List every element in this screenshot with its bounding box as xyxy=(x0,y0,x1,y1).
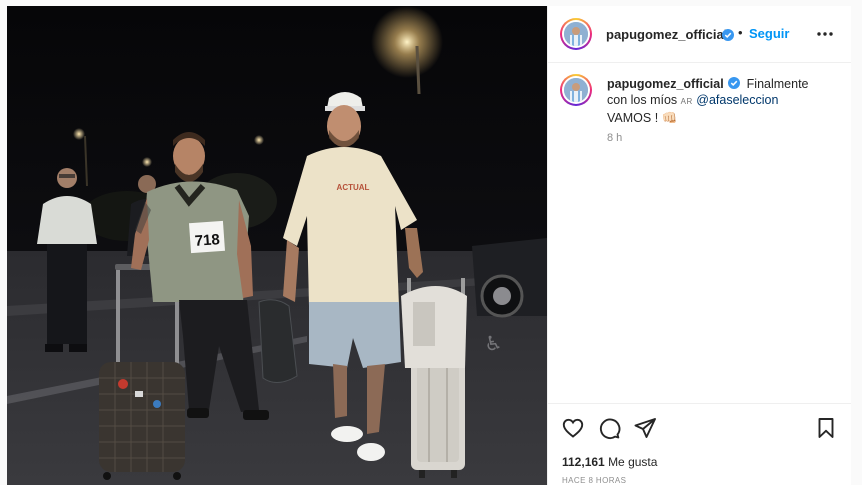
likes-number: 112,161 xyxy=(562,455,605,469)
comment-icon[interactable] xyxy=(597,416,621,440)
verified-badge-icon xyxy=(722,28,734,41)
caption-text-1: Finalmente xyxy=(746,77,809,91)
caption-avatar-image xyxy=(564,78,588,102)
caption-avatar[interactable] xyxy=(560,74,592,106)
caption-verified-badge-icon xyxy=(728,77,741,89)
bookmark-icon[interactable] xyxy=(814,416,838,440)
accessible-parking-sign: ♿ xyxy=(483,330,503,356)
avatar[interactable] xyxy=(560,18,592,50)
send-icon[interactable] xyxy=(633,416,657,440)
car-hubcap xyxy=(493,287,511,305)
distant-lamp-left xyxy=(73,128,85,140)
avatar-image xyxy=(564,22,588,46)
follow-button[interactable]: Seguir xyxy=(749,26,789,41)
shirt-print: ACTUAL xyxy=(337,183,370,192)
argentina-flag-icon: AR xyxy=(680,97,693,106)
post-details-panel: papugomez_official • Seguir papugomez_of… xyxy=(547,6,851,485)
caption-text-3: VAMOS ! xyxy=(607,111,659,125)
caption-time[interactable]: 8 h xyxy=(607,132,622,144)
street-lamp-pole xyxy=(415,45,421,95)
instagram-post-viewer: ♿ 718 ACTUAL papugomez_official • Seguir… xyxy=(0,0,862,485)
caption-username[interactable]: papugomez_official xyxy=(607,77,724,91)
mention-link[interactable]: @afaseleccion xyxy=(696,93,778,107)
caption-text-2: con los míos xyxy=(607,93,678,107)
posted-timestamp[interactable]: HACE 8 HORAS xyxy=(562,476,626,485)
header-username[interactable]: papugomez_official xyxy=(606,27,727,42)
heart-icon[interactable] xyxy=(561,416,585,440)
action-bar xyxy=(548,403,851,448)
distant-lamp-small xyxy=(142,157,152,167)
page-background-left xyxy=(0,0,7,485)
separator-dot: • xyxy=(738,25,743,40)
bib-number: 718 xyxy=(194,231,220,250)
likes-count[interactable]: 112,161 Me gusta xyxy=(562,455,657,469)
post-caption: papugomez_official Finalmente con los mí… xyxy=(607,76,837,126)
distant-lamp-center xyxy=(254,135,264,145)
fist-emoji-icon: 👊🏻 xyxy=(661,111,678,125)
post-photo[interactable]: ♿ 718 ACTUAL xyxy=(7,6,547,485)
post-header: papugomez_official • Seguir xyxy=(548,6,851,63)
more-options-icon[interactable] xyxy=(816,26,834,42)
page-background-right xyxy=(850,0,862,485)
likes-label: Me gusta xyxy=(608,455,658,469)
street-lamp-glow xyxy=(371,6,443,78)
